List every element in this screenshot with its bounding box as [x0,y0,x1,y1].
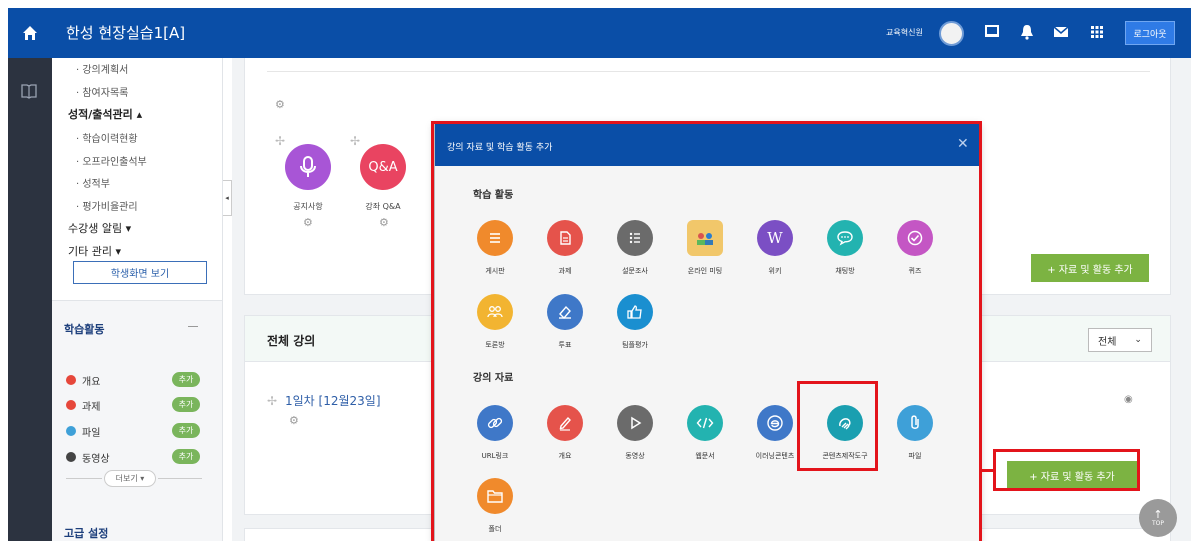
scroll-top-button[interactable]: ↑ TOP [1139,499,1177,537]
sidebar-menu-grades[interactable]: 성적/출석관리 ▴ [68,106,142,122]
divider [158,478,202,479]
add-assignment-button[interactable]: 추가 [172,397,200,412]
filter-select[interactable]: 전체 ⌄ [1088,328,1152,352]
top-bar: 한성 현장실습1[A] 교육혁신원 로그아웃 [8,8,1191,58]
add-video-button[interactable]: 추가 [172,449,200,464]
gear-icon[interactable]: ⚙ [275,99,285,110]
gear-icon[interactable]: ⚙ [289,415,299,426]
user-name[interactable]: 교육혁신원 [886,27,923,38]
arrow-up-icon: ↑ [1153,507,1163,521]
divider [66,478,102,479]
sidebar-collapse-button[interactable]: ◂ [223,180,232,216]
move-icon[interactable]: ✢ [275,134,285,148]
highlight-content-tool [797,381,878,471]
add-resource-button[interactable]: + 자료 및 활동 추가 [1031,254,1149,282]
qna-icon[interactable]: Q&A [360,144,406,190]
more-button[interactable]: 더보기 ▾ [104,470,156,487]
collapse-panel-button[interactable] [188,326,198,327]
section-title: 전체 강의 [267,334,316,348]
gear-icon[interactable]: ⚙ [303,217,313,228]
course-sidebar: · 강의계획서 · 참여자목록 성적/출석관리 ▴ · 학습이력현황 · 오프라… [52,58,223,541]
app-frame: 한성 현장실습1[A] 교육혁신원 로그아웃 · 강의계획서 · 참여자목록 성… [8,8,1191,541]
move-icon[interactable]: ✢ [267,394,277,408]
activity-panel: 학습활동 개요 추가 과제 추가 파일 추가 동영상 추가 더보기 ▾ 고급 설… [52,300,222,541]
sidebar-menu-etc[interactable]: 기타 관리 ▾ [68,243,121,259]
notice-label[interactable]: 공지사항 [278,201,338,212]
home-icon [23,26,37,40]
sidebar-menu-notify[interactable]: 수강생 알림 ▾ [68,220,131,236]
sidebar-item-learning-history[interactable]: · 학습이력현황 [76,130,138,145]
week-title[interactable]: 1일차 [12월23일] [285,392,381,409]
mic-icon[interactable] [285,144,331,190]
eye-icon[interactable]: ◉ [1124,394,1133,405]
activity-row-overview: 개요 추가 [66,372,206,388]
advanced-settings-title[interactable]: 고급 설정 [64,525,108,541]
mail-icon[interactable] [1052,23,1070,41]
home-button[interactable] [8,8,52,58]
assignment-icon [66,400,76,410]
book-icon[interactable] [20,83,38,99]
activity-row-video: 동영상 추가 [66,449,206,465]
filter-value: 전체 [1098,336,1117,348]
logout-button[interactable]: 로그아웃 [1125,21,1175,45]
file-icon [66,426,76,436]
activity-label: 동영상 [82,454,110,465]
sidebar-item-syllabus[interactable]: · 강의계획서 [76,61,128,76]
sidebar-item-gradebook[interactable]: · 성적부 [76,175,110,190]
highlight-connector [980,469,994,472]
add-file-button[interactable]: 추가 [172,423,200,438]
activity-panel-title: 학습활동 [64,323,105,336]
top-label: TOP [1151,519,1164,527]
sidebar-item-participants[interactable]: · 참여자목록 [76,84,128,99]
chevron-down-icon: ⌄ [1134,335,1142,345]
divider [267,71,1150,72]
activity-label: 과제 [82,402,101,413]
gear-icon[interactable]: ⚙ [379,217,389,228]
activity-row-file: 파일 추가 [66,423,206,439]
course-title: 한성 현장실습1[A] [66,24,186,42]
monitor-icon[interactable] [983,23,1001,41]
bell-icon[interactable] [1018,23,1036,41]
activity-label: 파일 [82,428,101,439]
video-icon [66,452,76,462]
highlight-add-button [993,449,1140,491]
qna-label[interactable]: 강좌 Q&A [353,201,413,212]
overview-icon [66,375,76,385]
student-view-button[interactable]: 학생화면 보기 [73,261,207,284]
apps-grid-icon[interactable] [1088,23,1106,41]
activity-row-assignment: 과제 추가 [66,397,206,413]
left-rail [8,58,52,541]
add-overview-button[interactable]: 추가 [172,372,200,387]
sidebar-item-grade-ratio[interactable]: · 평가비율관리 [76,198,138,213]
activity-label: 개요 [82,377,101,388]
sidebar-item-offline-attendance[interactable]: · 오프라인출석부 [76,153,147,168]
avatar[interactable] [939,21,964,46]
highlight-modal [431,121,982,541]
move-icon[interactable]: ✢ [350,134,360,148]
